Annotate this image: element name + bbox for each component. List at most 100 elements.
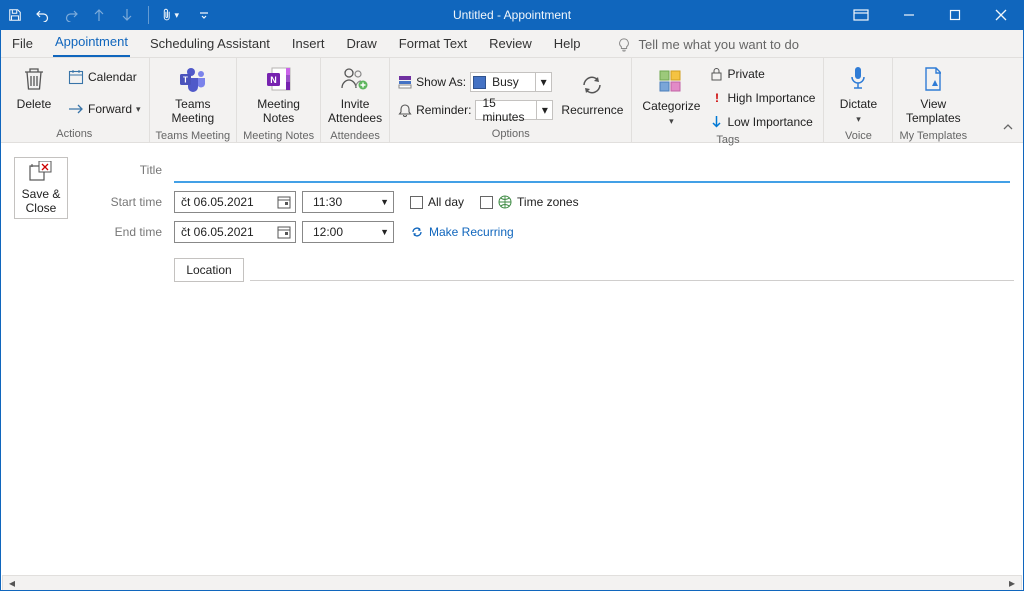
chevron-down-icon: ▾ [669,116,674,126]
location-input[interactable] [250,259,1014,281]
maximize-button[interactable] [932,0,978,30]
tab-insert[interactable]: Insert [290,32,327,57]
dictate-button[interactable]: Dictate▾ [830,62,886,128]
scroll-left-icon[interactable]: ◂ [5,577,19,589]
calendar-icon [277,225,291,239]
group-tags: Categorize▾ Private ! High Importance Lo… [632,58,824,142]
categorize-icon [658,66,684,96]
lock-icon [710,67,723,81]
appointment-form: Save & Close Title Start time čt 06.05.2… [0,143,1024,575]
calendar-icon [68,69,84,85]
arrow-up-icon[interactable] [90,6,108,24]
title-label: Title [96,163,174,177]
svg-text:T: T [183,76,188,85]
checkbox-icon [480,196,493,209]
all-day-checkbox[interactable]: All day [410,195,464,209]
title-bar: ▾ Untitled - Appointment [0,0,1024,30]
tab-file[interactable]: File [10,32,35,57]
horizontal-scrollbar[interactable]: ◂ ▸ [2,575,1022,591]
calendar-button[interactable]: Calendar [66,67,143,87]
svg-text:N: N [270,75,277,85]
high-importance-icon: ! [710,91,723,105]
low-importance-button[interactable]: Low Importance [708,112,817,132]
collapse-ribbon-icon[interactable] [1002,122,1014,136]
invite-attendees-button[interactable]: Invite Attendees [327,62,383,128]
bell-icon [398,103,412,117]
recurrence-button[interactable]: Recurrence [559,68,625,120]
microphone-icon [848,64,868,94]
delete-icon [22,64,46,94]
forward-icon [68,103,84,115]
group-my-templates: View Templates My Templates [893,58,973,142]
window-title: Untitled - Appointment [453,8,571,22]
chevron-down-icon: ▾ [136,104,141,115]
tab-draw[interactable]: Draw [344,32,378,57]
time-zones-checkbox[interactable]: Time zones [480,195,579,209]
templates-icon [922,64,944,94]
group-meeting-notes: N Meeting Notes Meeting Notes [237,58,321,142]
tab-review[interactable]: Review [487,32,534,57]
quick-access-toolbar: ▾ [0,6,213,24]
undo-icon[interactable] [34,6,52,24]
recurrence-icon [578,70,606,100]
chevron-down-icon: ▾ [535,73,551,91]
forward-button[interactable]: Forward ▾ [66,99,143,119]
globe-icon [498,195,512,209]
qat-separator [148,6,149,24]
group-options: Show As: Busy ▾ Reminder: 15 minutes ▾ [390,58,632,142]
private-button[interactable]: Private [708,64,817,84]
ribbon-tabs: File Appointment Scheduling Assistant In… [0,30,1024,58]
invite-attendees-icon [340,64,370,94]
low-importance-icon [710,115,723,129]
tab-scheduling-assistant[interactable]: Scheduling Assistant [148,32,272,57]
tab-format-text[interactable]: Format Text [397,32,469,57]
chevron-down-icon: ▾ [856,114,861,124]
scroll-right-icon[interactable]: ▸ [1005,577,1019,589]
start-time-input[interactable]: 11:30 ▼ [302,191,394,213]
arrow-down-icon[interactable] [118,6,136,24]
delete-button[interactable]: Delete [6,62,62,114]
busy-swatch-icon [473,76,486,89]
save-icon[interactable] [6,6,24,24]
ribbon: Delete Calendar Forward ▾ Actions T [0,58,1024,143]
make-recurring-link[interactable]: Make Recurring [410,225,514,239]
chevron-down-icon: ▼ [380,227,389,237]
ribbon-display-options-icon[interactable] [844,0,878,30]
tab-appointment[interactable]: Appointment [53,30,130,57]
start-time-label: Start time [96,195,174,209]
end-time-input[interactable]: 12:00 ▼ [302,221,394,243]
show-as-control: Show As: Busy ▾ [396,72,555,92]
close-button[interactable] [978,0,1024,30]
group-teams-meeting: T Teams Meeting Teams Meeting [150,58,238,142]
start-date-input[interactable]: čt 06.05.2021 [174,191,296,213]
title-input[interactable] [174,157,1010,183]
save-and-close-button[interactable]: Save & Close [14,157,68,219]
reminder-control: Reminder: 15 minutes ▾ [396,100,555,120]
minimize-button[interactable] [886,0,932,30]
end-time-label: End time [96,225,174,239]
chevron-down-icon: ▼ [380,197,389,207]
recurrence-icon [410,225,424,239]
lightbulb-icon [617,38,631,52]
reminder-select[interactable]: 15 minutes ▾ [475,100,553,120]
show-as-select[interactable]: Busy ▾ [470,72,552,92]
show-as-icon [398,75,412,89]
redo-icon[interactable] [62,6,80,24]
attach-icon[interactable]: ▾ [161,6,179,24]
qat-more-icon[interactable] [195,6,213,24]
meeting-notes-button[interactable]: N Meeting Notes [251,62,307,128]
window-controls [844,0,1024,30]
group-voice: Dictate▾ Voice [824,58,893,142]
teams-meeting-button[interactable]: T Teams Meeting [165,62,221,128]
tell-me-placeholder: Tell me what you want to do [639,37,799,52]
end-date-input[interactable]: čt 06.05.2021 [174,221,296,243]
checkbox-icon [410,196,423,209]
high-importance-button[interactable]: ! High Importance [708,88,817,108]
view-templates-button[interactable]: View Templates [900,62,966,128]
tab-help[interactable]: Help [552,32,583,57]
tell-me-search[interactable]: Tell me what you want to do [617,37,799,57]
categorize-button[interactable]: Categorize▾ [638,64,704,130]
group-attendees: Invite Attendees Attendees [321,58,390,142]
group-actions: Delete Calendar Forward ▾ Actions [0,58,150,142]
location-button[interactable]: Location [174,258,244,282]
